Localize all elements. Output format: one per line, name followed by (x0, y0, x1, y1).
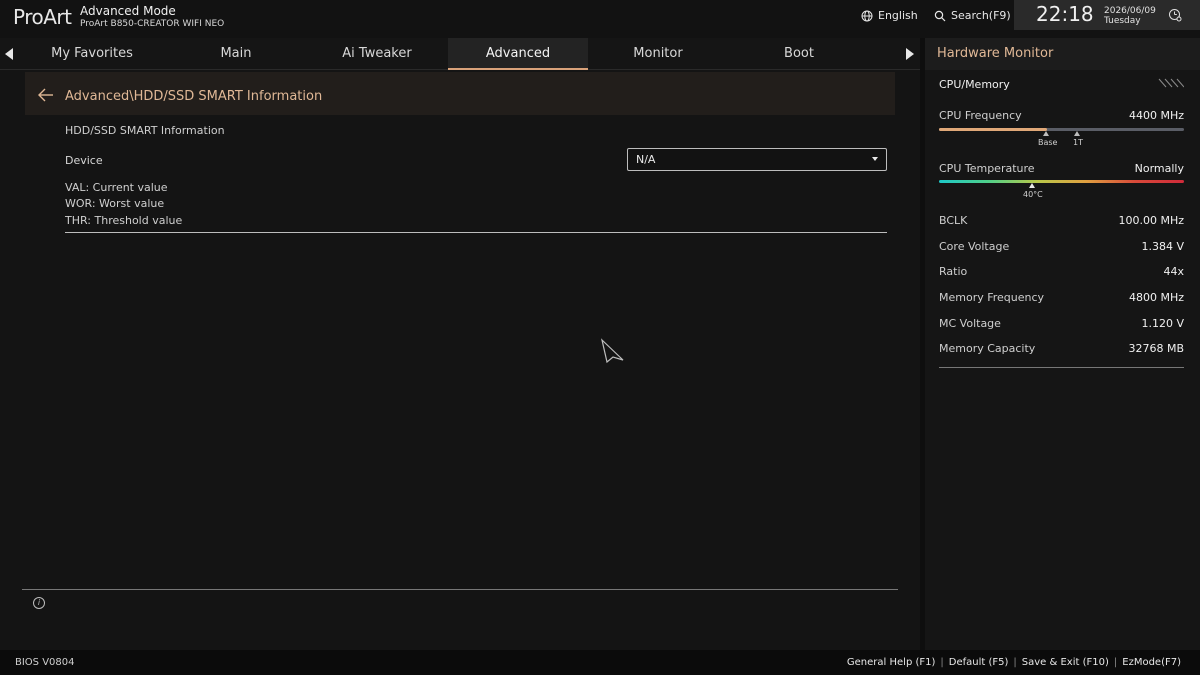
search-button[interactable]: Search(F9) (934, 9, 1011, 22)
temperature-marker-icon (1029, 183, 1035, 188)
clock-date: 2026/06/09 Tuesday (1104, 6, 1156, 26)
base-marker-icon (1043, 131, 1049, 136)
tab-ai-tweaker[interactable]: Ai Tweaker (307, 38, 447, 70)
help-divider (22, 589, 898, 590)
temperature-marker-label: 40°C (1023, 190, 1043, 199)
memory-capacity-value: 32768 MB (1128, 342, 1184, 355)
default-link[interactable]: Default (F5) (949, 657, 1009, 668)
core-voltage-label: Core Voltage (939, 240, 1010, 253)
tab-monitor[interactable]: Monitor (588, 38, 728, 70)
cpu-memory-section: CPU/Memory (939, 78, 1010, 91)
content-divider (65, 232, 887, 233)
base-marker-label: Base (1038, 138, 1058, 147)
ezmode-link[interactable]: EzMode(F7) (1122, 657, 1181, 668)
footer-separator: | (1013, 657, 1017, 668)
section-title: HDD/SSD SMART Information (65, 124, 225, 137)
bios-version: BIOS V0804 (15, 657, 75, 668)
hardware-monitor-title: Hardware Monitor (937, 46, 1054, 61)
tab-advanced[interactable]: Advanced (448, 38, 588, 70)
mc-voltage-label: MC Voltage (939, 317, 1001, 330)
tab-bar: My Favorites Main Ai Tweaker Advanced Mo… (0, 38, 920, 70)
cpu-frequency-value: 4400 MHz (1128, 109, 1184, 122)
stripes-icon (1158, 78, 1184, 88)
breadcrumb: Advanced\HDD/SSD SMART Information (65, 89, 323, 104)
bclk-label: BCLK (939, 214, 968, 227)
device-label: Device (65, 154, 103, 167)
bclk-value: 100.00 MHz (1118, 214, 1184, 227)
weekday-text: Tuesday (1104, 16, 1141, 26)
memory-frequency-value: 4800 MHz (1128, 291, 1184, 304)
tab-boot[interactable]: Boot (729, 38, 869, 70)
clock-settings-icon[interactable] (1168, 8, 1182, 22)
tab-scroll-right-icon[interactable] (906, 48, 914, 60)
mouse-pointer-icon (600, 338, 624, 364)
tab-my-favorites[interactable]: My Favorites (22, 38, 162, 70)
general-help-link[interactable]: General Help (F1) (847, 657, 935, 668)
chevron-down-icon (872, 157, 878, 161)
cpu-temperature-bar (939, 180, 1184, 183)
globe-icon (861, 10, 873, 21)
save-exit-link[interactable]: Save & Exit (F10) (1022, 657, 1109, 668)
core-voltage-value: 1.384 V (1141, 240, 1184, 253)
legend-thr: THR: Threshold value (65, 214, 183, 227)
language-button[interactable]: English (861, 9, 918, 22)
clock-time: 22:18 (1036, 2, 1094, 26)
footer-links: General Help (F1) | Default (F5) | Save … (847, 657, 1181, 668)
proart-logo: ProArt (13, 5, 72, 29)
device-dropdown[interactable] (627, 148, 887, 171)
language-label: English (878, 9, 918, 22)
device-dropdown-value: N/A (636, 153, 656, 166)
tab-main[interactable]: Main (166, 38, 306, 70)
search-label: Search(F9) (951, 9, 1011, 22)
cpu-frequency-label: CPU Frequency (939, 109, 1022, 122)
mc-voltage-value: 1.120 V (1141, 317, 1184, 330)
board-name: ProArt B850-CREATOR WIFI NEO (80, 19, 225, 29)
memory-capacity-label: Memory Capacity (939, 342, 1036, 355)
tab-scroll-left-icon[interactable] (5, 48, 13, 60)
back-arrow-icon[interactable] (37, 88, 55, 102)
mode-title: Advanced Mode (80, 4, 176, 18)
cpu-temperature-label: CPU Temperature (939, 162, 1035, 175)
cpu-temperature-value: Normally (1134, 162, 1184, 175)
ratio-label: Ratio (939, 265, 968, 278)
legend-wor: WOR: Worst value (65, 197, 165, 210)
hardware-monitor-divider (939, 367, 1184, 368)
ratio-value: 44x (1163, 265, 1184, 278)
footer-separator: | (940, 657, 944, 668)
one-t-marker-label: 1T (1073, 138, 1083, 147)
one-t-marker-icon (1074, 131, 1080, 136)
search-icon (934, 10, 946, 21)
legend-val: VAL: Current value (65, 181, 168, 194)
memory-frequency-label: Memory Frequency (939, 291, 1045, 304)
footer-separator: | (1113, 657, 1118, 668)
cpu-frequency-bar-fill (939, 128, 1047, 131)
info-icon: i (33, 597, 45, 609)
cpu-frequency-bar (939, 128, 1184, 131)
date-text: 2026/06/09 (1104, 6, 1156, 16)
